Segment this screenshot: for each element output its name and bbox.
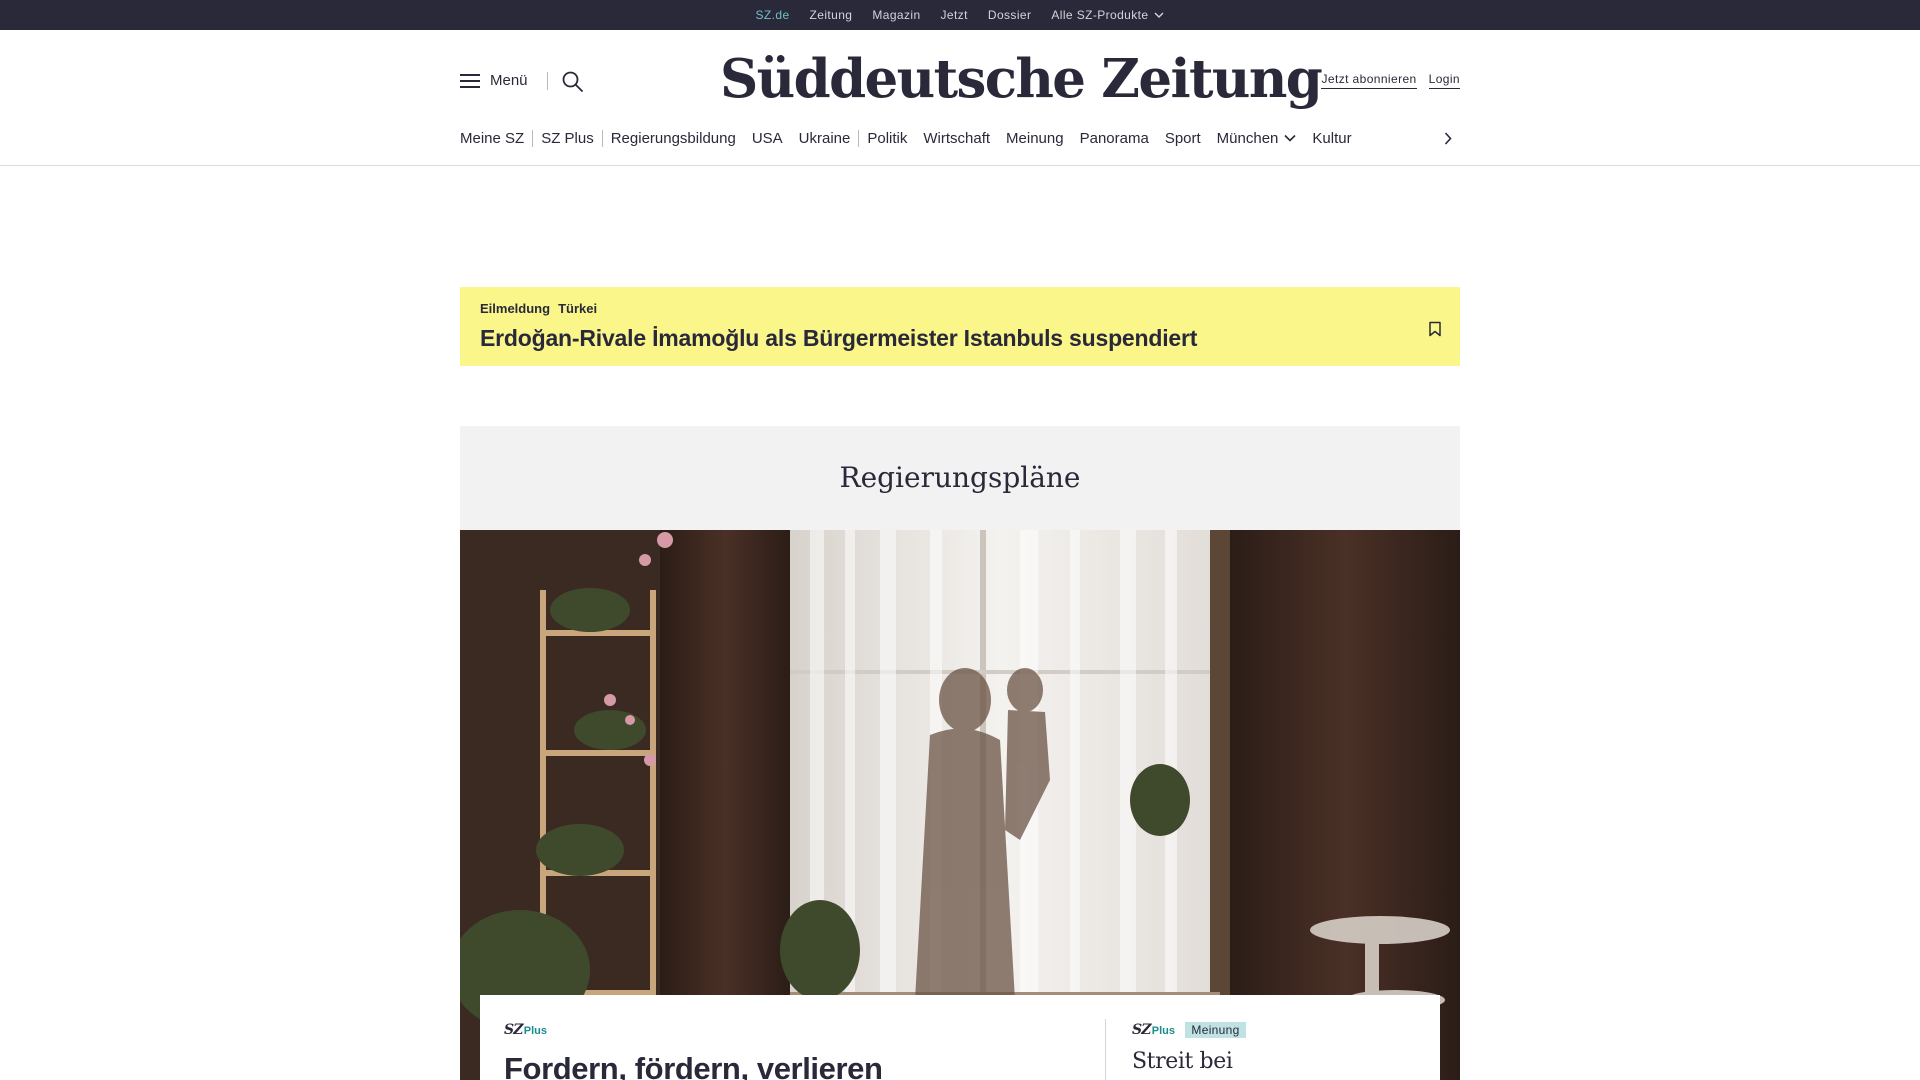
plus-badge-text: Plus	[523, 1025, 547, 1037]
nav-next-button[interactable]	[1436, 126, 1460, 150]
breaking-news-banner[interactable]: Eilmeldung Türkei Erdoğan-Rivale İmamoğl…	[460, 287, 1460, 366]
nav-item-wirtschaft[interactable]: Wirtschaft	[915, 130, 998, 147]
teaser-cards: SZ Plus Fordern, fördern, verlieren SZ P…	[480, 995, 1440, 1080]
sz-badge-text: SZ	[504, 1022, 524, 1038]
bookmark-icon	[1429, 321, 1441, 337]
section-header: Regierungspläne	[460, 426, 1460, 530]
chevron-down-icon	[1284, 134, 1296, 142]
card-divider	[1105, 1019, 1106, 1080]
hamburger-icon	[460, 73, 480, 89]
top-bar-links: SZ.de Zeitung Magazin Jetzt Dossier Alle…	[0, 0, 1920, 30]
main-navigation: Meine SZ SZ Plus Regierungsbildung USA U…	[460, 126, 1460, 150]
plus-badge-text: Plus	[1151, 1025, 1175, 1037]
login-link[interactable]: Login	[1428, 72, 1460, 89]
topbar-link-magazin[interactable]: Magazin	[872, 8, 920, 22]
nav-item-politik[interactable]: Politik	[859, 130, 915, 147]
breaking-headline[interactable]: Erdoğan-Rivale İmamoğlu als Bürgermeiste…	[480, 325, 1197, 352]
chevron-down-icon	[1154, 12, 1164, 18]
teaser-headline[interactable]: Streit bei Koalitionsverhandlungen	[1132, 1047, 1422, 1080]
topbar-link-szde[interactable]: SZ.de	[756, 8, 790, 22]
topbar-link-jetzt[interactable]: Jetzt	[941, 8, 968, 22]
sz-plus-badge: SZ Plus	[1132, 1022, 1175, 1038]
nav-item-muenchen[interactable]: München	[1209, 130, 1305, 147]
bookmark-button[interactable]	[1428, 321, 1442, 337]
topbar-link-all-products[interactable]: Alle SZ-Produkte	[1051, 8, 1164, 22]
topbar-link-label: Dossier	[987, 8, 1032, 22]
breaking-label: Eilmeldung	[480, 301, 551, 316]
sz-badge-text: SZ	[1132, 1022, 1152, 1038]
menu-label: Menü	[490, 72, 528, 89]
breaking-topic: Türkei	[558, 301, 598, 316]
section-title[interactable]: Regierungspläne	[460, 426, 1460, 530]
nav-item-ukraine[interactable]: Ukraine	[791, 130, 859, 147]
teaser-headline[interactable]: Fordern, fördern, verlieren	[504, 1051, 1064, 1080]
nav-item-meinung[interactable]: Meinung	[998, 130, 1072, 147]
teaser-card-main[interactable]: SZ Plus Fordern, fördern, verlieren	[504, 1021, 1064, 1080]
nav-item-meine-sz[interactable]: Meine SZ	[460, 130, 532, 147]
site-logo[interactable]: Süddeutsche Zeitung	[720, 44, 1323, 114]
nav-item-regierungsbildung[interactable]: Regierungsbildung	[603, 130, 744, 147]
nav-item-kultur[interactable]: Kultur	[1304, 130, 1359, 147]
chevron-right-icon	[1444, 131, 1452, 145]
topbar-link-label: Jetzt	[940, 8, 968, 22]
nav-item-label: München	[1216, 129, 1279, 147]
subscribe-link[interactable]: Jetzt abonnieren	[1321, 72, 1417, 89]
breaking-kicker: Eilmeldung Türkei	[480, 301, 597, 316]
topbar-link-label: Zeitung	[809, 8, 853, 22]
nav-item-panorama[interactable]: Panorama	[1072, 130, 1157, 147]
nav-item-sz-plus[interactable]: SZ Plus	[533, 130, 602, 147]
search-button[interactable]	[561, 70, 585, 94]
search-icon	[562, 71, 583, 92]
nav-item-sport[interactable]: Sport	[1157, 130, 1209, 147]
nav-item-usa[interactable]: USA	[744, 130, 791, 147]
top-bar: SZ.de Zeitung Magazin Jetzt Dossier Alle…	[0, 0, 1920, 30]
header-actions: Jetzt abonnieren Login	[1321, 72, 1460, 89]
sz-plus-badge: SZ Plus	[504, 1022, 547, 1038]
site-header: Menü Süddeutsche Zeitung Jetzt abonniere…	[0, 30, 1920, 166]
header-divider	[547, 72, 548, 90]
topbar-link-dossier[interactable]: Dossier	[988, 8, 1031, 22]
topbar-link-label: Magazin	[872, 8, 921, 22]
menu-button[interactable]: Menü	[460, 72, 528, 89]
topbar-link-label: Alle SZ-Produkte	[1051, 8, 1149, 22]
topbar-link-label: SZ.de	[755, 8, 790, 22]
topbar-link-zeitung[interactable]: Zeitung	[810, 8, 853, 22]
opinion-tag: Meinung	[1185, 1021, 1246, 1038]
teaser-card-side[interactable]: SZ Plus Meinung Streit bei Koalitionsver…	[1132, 1021, 1422, 1080]
